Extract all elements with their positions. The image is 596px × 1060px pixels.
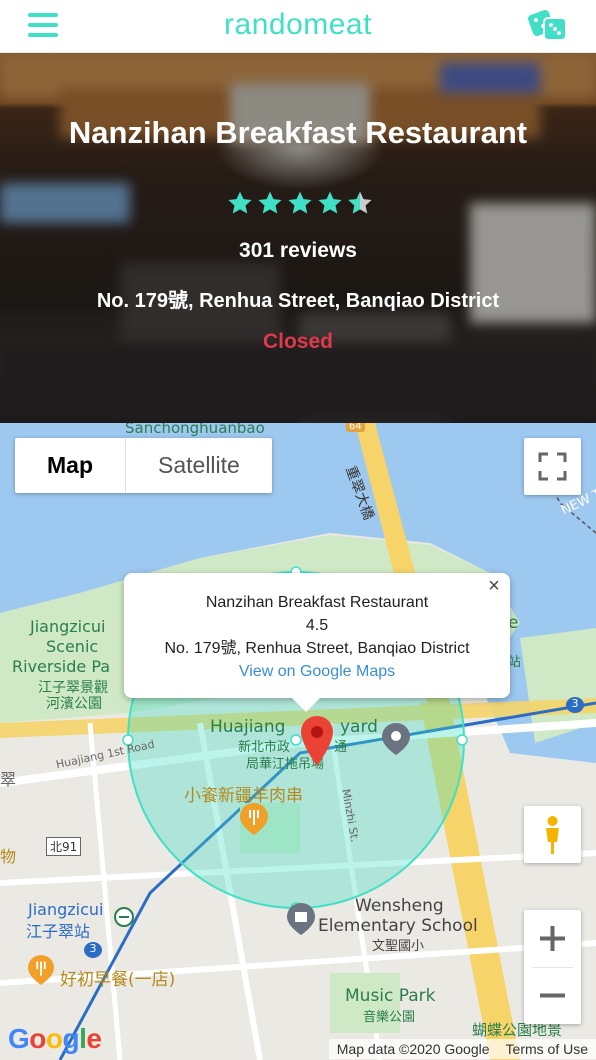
fullscreen-button[interactable] (524, 438, 581, 495)
map-label: Elementary School (318, 916, 478, 936)
school-poi-icon (287, 903, 315, 935)
star-icon (228, 191, 252, 214)
view-on-google-maps-link[interactable]: View on Google Maps (124, 660, 510, 683)
map-type-satellite-button[interactable]: Satellite (126, 438, 272, 493)
restaurant-hero: Nanzihan Breakfast Restaurant 301 review… (0, 53, 596, 423)
map-pin-icon[interactable] (300, 716, 334, 766)
route-shield: 64 (346, 423, 365, 432)
map-data-attribution: Map data ©2020 Google (336, 1041, 490, 1057)
map-label: 物 (0, 847, 17, 866)
map-attribution: Map data ©2020 Google Terms of Use (328, 1039, 596, 1059)
app-title: randomeat (224, 8, 372, 41)
metro-station-icon (114, 907, 134, 927)
rating-stars (227, 190, 373, 216)
info-window-name: Nanzihan Breakfast Restaurant (205, 594, 429, 611)
map-label: 通 (334, 740, 348, 755)
map-label: Scenic (46, 637, 99, 656)
half-star-icon (348, 191, 372, 214)
map-label: 音樂公園 (363, 1010, 416, 1025)
restaurant-name: Nanzihan Breakfast Restaurant (68, 115, 528, 150)
map-info-window: × Nanzihan Breakfast Restaurant 4.5 No. … (124, 573, 510, 712)
route-shield: 3 (566, 697, 584, 713)
review-count: 301 reviews (239, 239, 357, 262)
map-label: 文聖國小 (372, 939, 425, 954)
open-status: Closed (262, 330, 333, 353)
zoom-control (524, 910, 581, 1024)
zoom-out-icon[interactable] (524, 967, 581, 1024)
map-label: 河濱公園 (46, 696, 102, 712)
map-label: 好初早餐(一店) (60, 970, 176, 990)
map-label: 北91 (46, 837, 82, 856)
map-label: 江子翠站 (26, 922, 91, 941)
star-icon (258, 191, 282, 214)
route-shield: 3 (84, 942, 102, 958)
pegman-icon (546, 816, 559, 854)
map-label: Riverside Pa (12, 657, 111, 676)
restaurant-poi-icon (28, 955, 54, 985)
hero-overlay (0, 53, 596, 423)
map-label: Sanchonghuanbao (125, 423, 265, 437)
google-map[interactable]: Sanchonghuanbao 重翠大橋 NEW T Jiangzicui Sc… (0, 423, 596, 1060)
map-type-map-button[interactable]: Map (15, 438, 126, 493)
zoom-in-icon[interactable] (524, 910, 581, 967)
map-type-control: Map Satellite (15, 438, 272, 493)
info-window-address: No. 179號, Renhua Street, Banqiao Distric… (164, 640, 470, 657)
map-label: Jiangzicui (28, 900, 104, 919)
map-label: Jiangzicui (30, 617, 106, 636)
top-bar: randomeat (0, 0, 596, 53)
google-logo: Google (8, 1023, 102, 1054)
map-label: yard (340, 717, 378, 737)
restaurant-poi-icon (240, 803, 268, 835)
fullscreen-icon (538, 452, 567, 481)
star-icon (288, 191, 312, 214)
terms-of-use-link[interactable]: Terms of Use (506, 1041, 588, 1057)
map-label: 翠 (0, 770, 17, 789)
dice-icon[interactable] (528, 8, 570, 42)
map-label: Music Park (345, 986, 436, 1006)
close-icon[interactable]: × (484, 576, 504, 596)
star-icon (318, 191, 342, 214)
location-poi-icon (382, 723, 410, 755)
map-label: Wensheng (355, 896, 444, 916)
map-label: Huajiang (210, 717, 286, 737)
info-window-rating: 4.5 (305, 617, 329, 634)
restaurant-address: No. 179號, Renhua Street, Banqiao Distric… (96, 290, 500, 312)
street-view-pegman-button[interactable] (524, 806, 581, 863)
